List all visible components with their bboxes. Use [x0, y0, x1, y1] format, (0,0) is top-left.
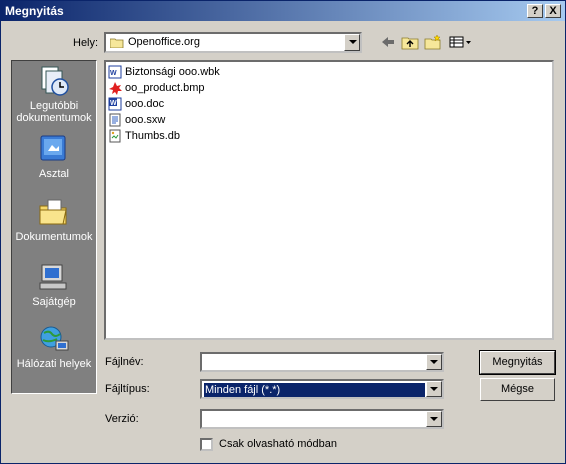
filetype-value: Minden fájl (*.*) — [204, 383, 425, 397]
readonly-label: Csak olvasható módban — [219, 438, 338, 450]
chevron-down-icon[interactable] — [426, 411, 442, 427]
folder-icon — [109, 37, 124, 49]
place-network[interactable]: Hálózati helyek — [12, 323, 96, 370]
filename-combo[interactable] — [200, 352, 444, 372]
chevron-down-icon[interactable] — [426, 381, 442, 397]
chevron-down-icon[interactable] — [426, 354, 442, 370]
new-folder-icon[interactable] — [424, 34, 442, 52]
list-item[interactable]: ooo.sxw — [108, 112, 165, 128]
place-documents[interactable]: Dokumentumok — [12, 196, 96, 243]
file-name: oo_product.bmp — [125, 82, 205, 94]
open-dialog: Megnyitás ? X Hely: Openoffice.org Legut… — [0, 0, 566, 464]
list-item[interactable]: Thumbs.db — [108, 128, 180, 144]
recent-documents-icon — [38, 65, 70, 97]
svg-text:W: W — [110, 70, 117, 77]
file-name: Thumbs.db — [125, 130, 181, 142]
documents-folder-icon — [38, 196, 70, 228]
file-name: Biztonsági ooo.wbk — [125, 66, 220, 78]
places-bar: Legutóbbi dokumentumok Asztal Dokumentum… — [11, 60, 97, 394]
wbk-file-icon: W — [108, 65, 122, 79]
readonly-checkbox[interactable] — [200, 438, 213, 451]
filetype-label: Fájltípus: — [105, 383, 150, 395]
sxw-file-icon — [108, 113, 122, 127]
filename-label: Fájlnév: — [105, 356, 144, 368]
list-item[interactable]: oo_product.bmp — [108, 80, 205, 96]
bmp-file-icon — [108, 81, 122, 96]
my-computer-icon — [38, 261, 70, 293]
version-label: Verzió: — [105, 413, 139, 425]
location-combo[interactable]: Openoffice.org — [104, 32, 362, 53]
view-menu-icon[interactable] — [449, 34, 473, 52]
back-icon[interactable] — [379, 34, 397, 52]
help-button[interactable]: ? — [527, 4, 543, 18]
location-label: Hely: — [73, 37, 99, 49]
place-desktop[interactable]: Asztal — [12, 133, 96, 180]
close-button[interactable]: X — [545, 4, 561, 18]
list-item[interactable]: Wooo.doc — [108, 96, 164, 112]
dialog-title: Megnyitás — [5, 4, 64, 18]
doc-file-icon: W — [108, 97, 122, 111]
list-item[interactable]: W Biztonsági ooo.wbk — [108, 64, 220, 80]
open-button[interactable]: Megnyitás — [479, 350, 556, 375]
file-list[interactable]: W Biztonsági ooo.wbk oo_product.bmp Wooo.… — [104, 60, 554, 340]
place-label: Sajátgép — [32, 296, 76, 308]
filetype-select[interactable]: Minden fájl (*.*) — [200, 379, 444, 399]
cancel-button[interactable]: Mégse — [480, 378, 555, 401]
place-recent[interactable]: Legutóbbi dokumentumok — [12, 65, 96, 124]
version-select[interactable] — [200, 409, 444, 429]
place-label: Legutóbbi dokumentumok — [16, 100, 92, 124]
up-folder-icon[interactable] — [401, 34, 419, 52]
desktop-icon — [38, 133, 70, 165]
file-name: ooo.doc — [125, 98, 165, 110]
title-bar[interactable]: Megnyitás ? X — [1, 1, 565, 21]
place-my-computer[interactable]: Sajátgép — [12, 261, 96, 308]
file-name: ooo.sxw — [125, 114, 166, 126]
svg-text:W: W — [110, 100, 117, 107]
network-places-icon — [38, 323, 70, 355]
location-value: Openoffice.org — [128, 36, 200, 48]
place-label: Dokumentumok — [15, 231, 93, 243]
db-file-icon — [108, 129, 122, 143]
chevron-down-icon[interactable] — [344, 34, 360, 51]
place-label: Asztal — [39, 168, 69, 180]
place-label: Hálózati helyek — [16, 358, 92, 370]
